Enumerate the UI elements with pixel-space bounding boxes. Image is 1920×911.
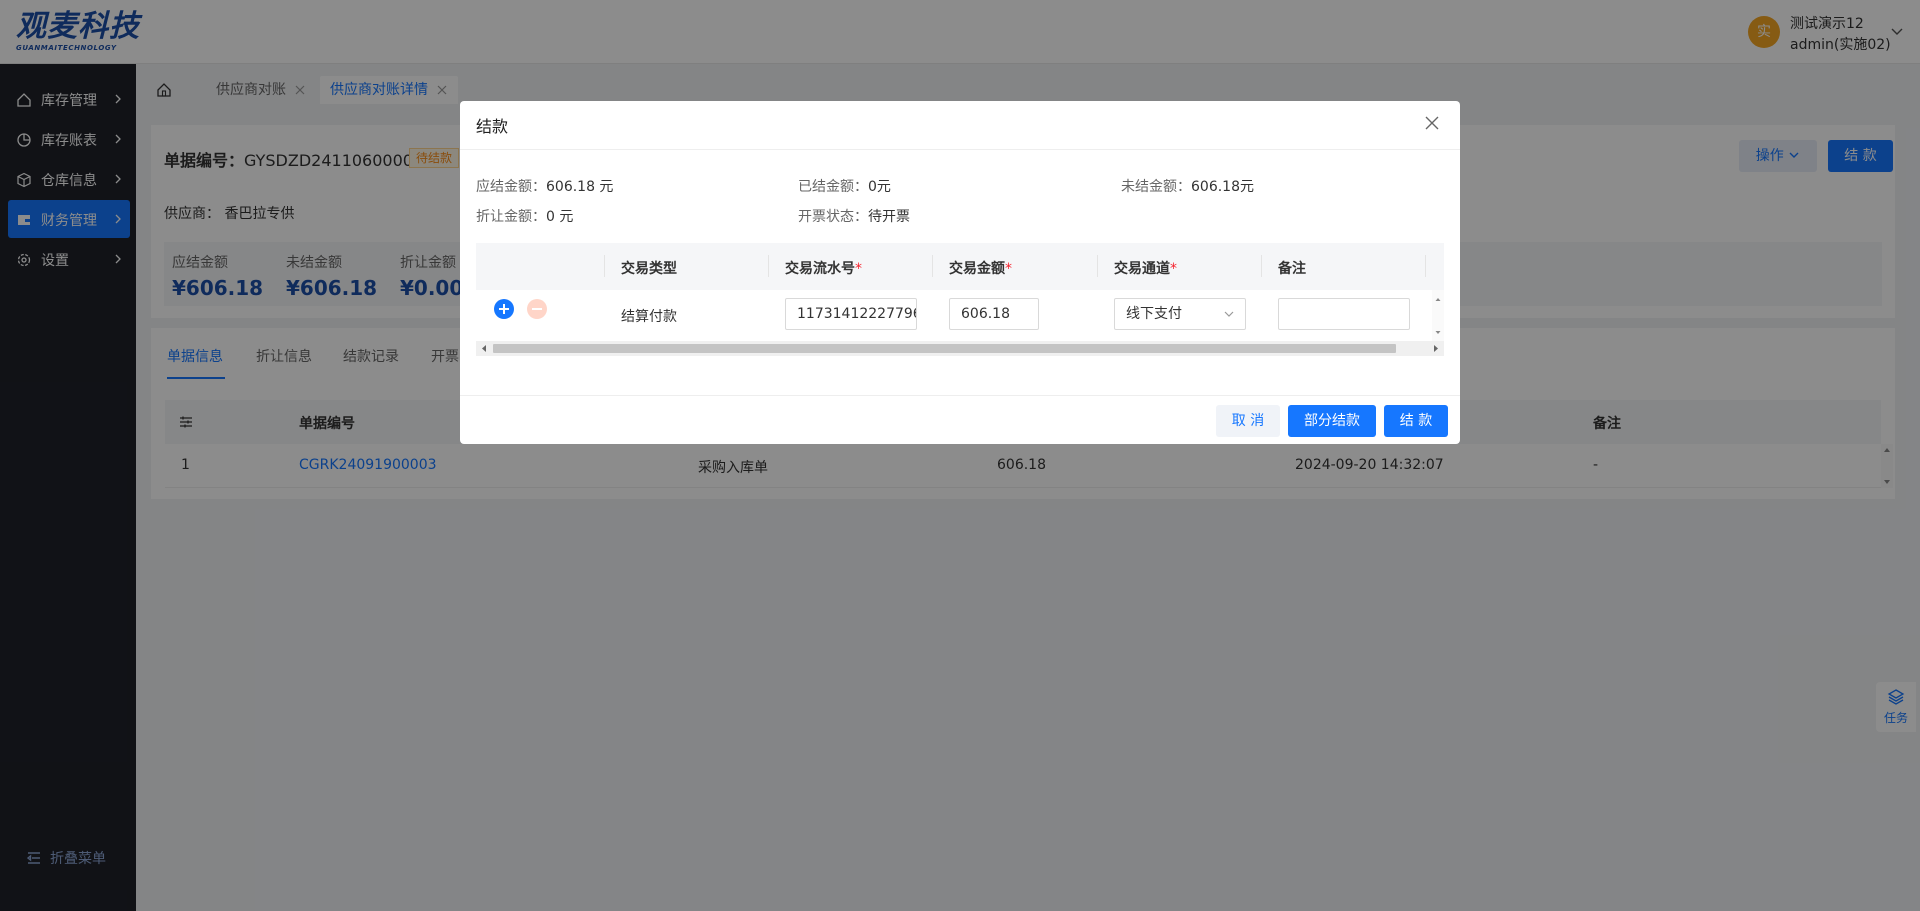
- transaction-channel-select[interactable]: 线下支付: [1114, 298, 1246, 330]
- column-separator: [1261, 255, 1262, 277]
- info-value: 606.18元: [1191, 179, 1254, 195]
- info-payable: 应结金额：606.18 元: [476, 176, 613, 196]
- info-label: 应结金额：: [476, 179, 546, 195]
- info-settled: 已结金额：0元: [798, 176, 891, 196]
- column-separator: [1425, 255, 1426, 277]
- scroll-left-icon[interactable]: [480, 344, 488, 353]
- header-text: 交易通道: [1114, 261, 1170, 277]
- column-header-channel: 交易通道*: [1114, 258, 1177, 278]
- minus-icon: [532, 308, 542, 310]
- cancel-button[interactable]: 取 消: [1216, 405, 1280, 437]
- column-separator: [604, 255, 605, 277]
- select-value: 线下支付: [1126, 306, 1182, 322]
- close-icon[interactable]: [1424, 115, 1440, 131]
- info-value: 0 元: [546, 209, 574, 225]
- plus-icon: [499, 304, 509, 314]
- transaction-amount-input[interactable]: 606.18: [949, 298, 1039, 330]
- transaction-grid: 交易类型 交易流水号* 交易金额* 交易通道* 备注 结算付款 11731412…: [476, 243, 1444, 356]
- info-label: 已结金额：: [798, 179, 868, 195]
- info-label: 未结金额：: [1121, 179, 1191, 195]
- chevron-down-icon: [1224, 311, 1234, 317]
- grid-vertical-scrollbar[interactable]: [1432, 290, 1444, 342]
- scrollbar-thumb[interactable]: [493, 344, 1396, 353]
- add-row-button[interactable]: [494, 299, 514, 319]
- settlement-modal: 结款 应结金额：606.18 元 已结金额：0元 未结金额：606.18元 折让…: [460, 101, 1460, 444]
- remove-row-button[interactable]: [527, 299, 547, 319]
- info-value: 606.18 元: [546, 179, 614, 195]
- partial-settle-button[interactable]: 部分结款: [1288, 405, 1376, 437]
- divider: [460, 149, 1460, 150]
- required-mark: *: [1005, 261, 1012, 277]
- info-label: 开票状态：: [798, 209, 868, 225]
- transaction-serial-input[interactable]: 11731412227796: [785, 298, 917, 330]
- required-mark: *: [1170, 261, 1177, 277]
- settle-button[interactable]: 结 款: [1384, 405, 1448, 437]
- info-discount: 折让金额：0 元: [476, 206, 573, 226]
- remark-input[interactable]: [1278, 298, 1410, 330]
- column-separator: [1097, 255, 1098, 277]
- column-header-amount: 交易金额*: [949, 258, 1012, 278]
- required-mark: *: [855, 261, 862, 277]
- table-row: 结算付款 11731412227796 606.18 线下支付: [476, 290, 1444, 342]
- divider: [460, 395, 1460, 396]
- scroll-right-icon[interactable]: [1432, 344, 1440, 353]
- column-separator: [768, 255, 769, 277]
- column-separator: [932, 255, 933, 277]
- grid-header: 交易类型 交易流水号* 交易金额* 交易通道* 备注: [476, 243, 1444, 290]
- info-value: 0元: [868, 179, 891, 195]
- info-label: 折让金额：: [476, 209, 546, 225]
- info-unsettled: 未结金额：606.18元: [1121, 176, 1254, 196]
- column-header-serial: 交易流水号*: [785, 258, 862, 278]
- grid-horizontal-scrollbar[interactable]: [476, 341, 1444, 356]
- header-text: 交易流水号: [785, 261, 855, 277]
- header-text: 交易金额: [949, 261, 1005, 277]
- modal-title: 结款: [476, 117, 509, 136]
- info-value: 待开票: [868, 209, 910, 225]
- transaction-type: 结算付款: [621, 309, 677, 325]
- column-header-type: 交易类型: [621, 261, 677, 277]
- column-header-remark: 备注: [1278, 261, 1306, 277]
- info-invoice: 开票状态：待开票: [798, 206, 910, 226]
